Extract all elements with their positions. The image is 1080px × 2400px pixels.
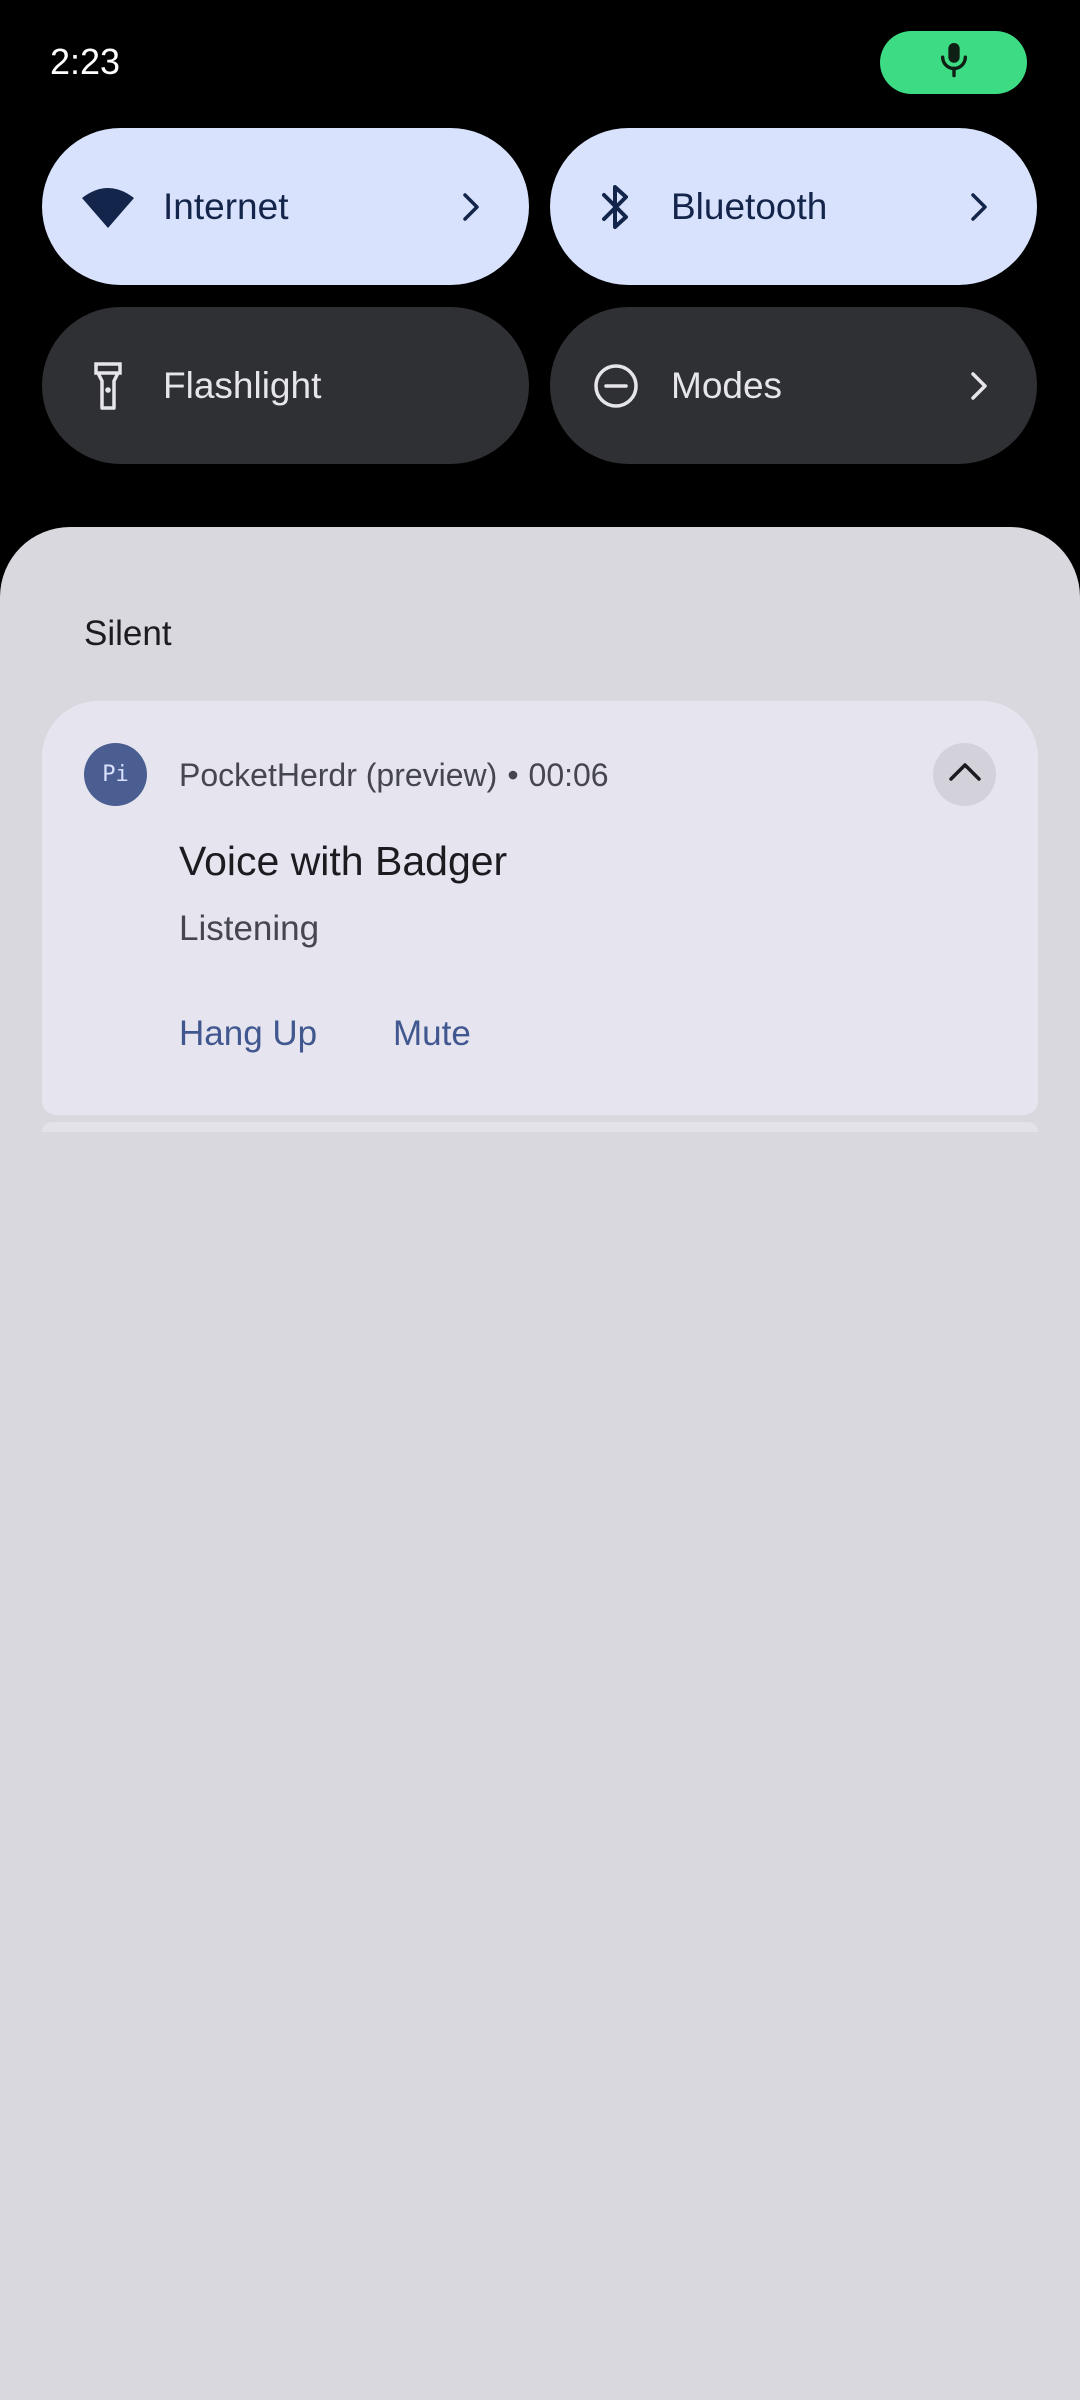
- tile-internet[interactable]: Internet: [42, 128, 529, 285]
- notification-title: Voice with Badger: [179, 838, 508, 884]
- chevron-right-icon[interactable]: [961, 189, 997, 225]
- tile-internet-label: Internet: [163, 185, 289, 227]
- app-name: PocketHerdr (preview): [179, 757, 498, 793]
- chevron-up-icon: [948, 761, 982, 788]
- mic-in-use-indicator[interactable]: [880, 31, 1027, 94]
- wifi-icon: [80, 179, 136, 235]
- flashlight-icon: [80, 358, 136, 414]
- notification-time: 00:06: [528, 757, 609, 793]
- status-bar: 2:23: [0, 0, 1080, 120]
- tile-bluetooth[interactable]: Bluetooth: [550, 128, 1037, 285]
- notification-card[interactable]: Pi PocketHerdr (preview) • 00:06 Voice wit…: [42, 701, 1038, 1115]
- tile-modes-label: Modes: [671, 364, 783, 406]
- microphone-icon: [937, 40, 971, 85]
- app-icon: Pi: [84, 743, 147, 806]
- header-separator: •: [507, 757, 519, 793]
- mute-button[interactable]: Mute: [393, 1011, 471, 1057]
- tile-modes[interactable]: Modes: [550, 307, 1037, 464]
- chevron-right-icon[interactable]: [961, 368, 997, 404]
- status-clock: 2:23: [50, 41, 121, 82]
- tile-flashlight-label: Flashlight: [163, 364, 322, 406]
- tile-bluetooth-label: Bluetooth: [671, 185, 828, 227]
- tile-flashlight[interactable]: Flashlight: [42, 307, 529, 464]
- chevron-right-icon[interactable]: [453, 189, 489, 225]
- notification-text: Listening: [179, 909, 320, 948]
- stacked-notification-edge: [42, 1122, 1038, 1132]
- bluetooth-icon: [588, 179, 644, 235]
- collapse-button[interactable]: [933, 743, 996, 806]
- notification-header: PocketHerdr (preview) • 00:06: [179, 754, 609, 796]
- section-header-silent: Silent: [84, 614, 172, 653]
- do-not-disturb-icon: [588, 358, 644, 414]
- hang-up-button[interactable]: Hang Up: [179, 1011, 317, 1057]
